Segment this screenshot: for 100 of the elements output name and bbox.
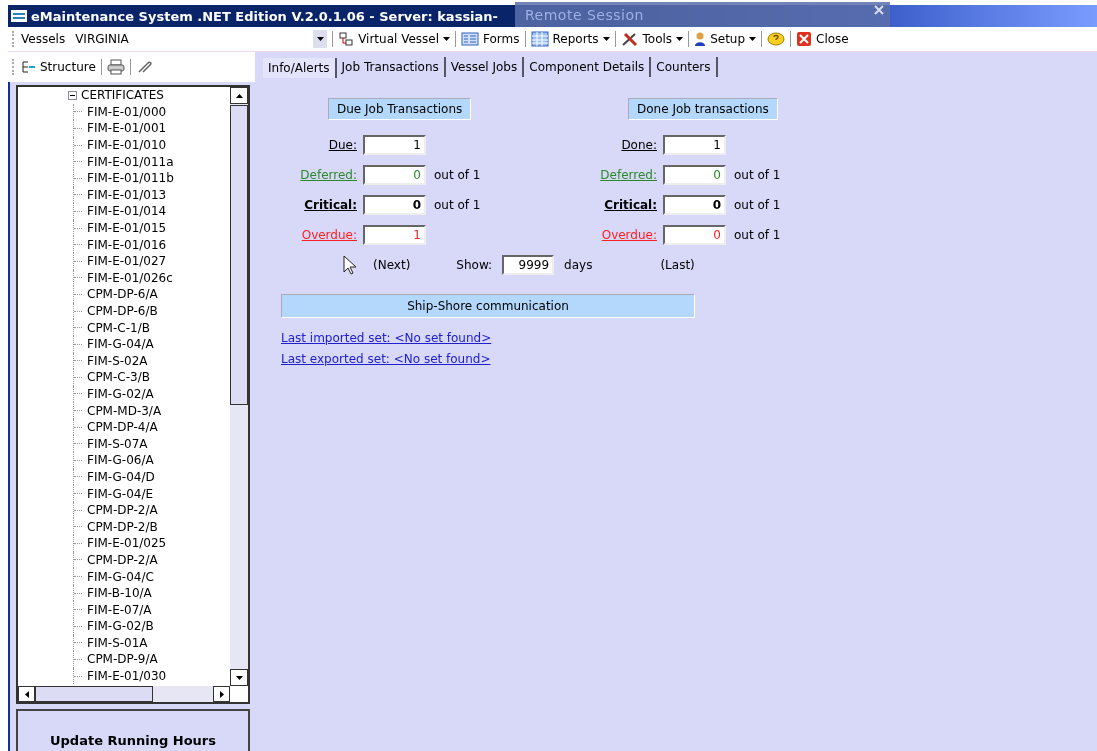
filter-link[interactable]: Due: [281,138,357,152]
vessels-label: Vessels [21,32,66,46]
out-of-text: out of 1 [734,228,781,242]
tree-item[interactable]: CPM-DP-4/A [87,420,158,435]
out-of-text: out of 1 [734,168,781,182]
tree-item[interactable]: FIM-E-01/030 [87,669,167,684]
out-of-text: out of 1 [434,198,481,212]
help-icon [767,31,786,47]
tree-item[interactable]: FIM-E-01/010 [87,138,167,153]
tree-item[interactable]: FIM-E-01/013 [87,187,167,202]
toolbar-button[interactable]: Tools [620,31,684,47]
tree-item[interactable]: CPM-DP-2/A [87,503,158,518]
tree-item[interactable]: CERTIFICATES [81,88,164,103]
tree-item[interactable]: FIM-G-06/A [87,453,154,468]
tree-item[interactable]: FIM-S-02A [87,353,148,368]
show-label: Show: [456,258,493,272]
filter-link[interactable]: Done: [581,138,657,152]
update-running-hours-button[interactable]: Update Running Hours [16,709,250,751]
set-link[interactable]: Last exported set: <No set found> [281,352,491,366]
count-field[interactable]: 1 [363,225,426,245]
tree-item[interactable]: FIM-E-01/027 [87,254,167,269]
tree-item[interactable]: FIM-E-01/011b [87,171,174,186]
tree-item[interactable]: FIM-E-01/015 [87,221,167,236]
tree-item[interactable]: FIM-E-01/014 [87,204,167,219]
tree-item[interactable]: FIM-E-01/026c [87,270,173,285]
help-button[interactable] [767,31,786,47]
days-label: days [564,258,593,272]
up-arrow-icon [235,93,243,98]
caret-icon [443,37,451,41]
tree-item[interactable]: FIM-E-01/025 [87,536,167,551]
toolbar-button[interactable]: Virtual Vessel [338,31,451,47]
network-icon [338,31,355,47]
last-label: (Last) [660,258,695,272]
table-icon [530,31,549,47]
form-icon [461,32,480,46]
out-of-text: out of 1 [734,198,781,212]
tree-item[interactable]: CPM-MD-3/A [87,403,162,418]
close-icon[interactable] [874,5,884,15]
cursor-icon [343,255,359,275]
window-title: eMaintenance System .NET Edition V.2.0.1.06 - Server: kassian- [31,8,498,24]
right-arrow-icon [219,690,224,698]
set-link[interactable]: Last imported set: <No set found> [281,331,492,345]
tab[interactable]: Job Transactions [336,57,446,77]
tree-item[interactable]: FIM-G-04/E [87,486,154,501]
collapse-icon[interactable] [68,90,77,100]
tree-item[interactable]: FIM-G-02/A [87,387,154,401]
tree-item[interactable]: FIM-E-01/011a [87,154,174,169]
banner-title: Remote Session [525,6,644,23]
count-field[interactable]: 0 [363,165,426,185]
tree-item[interactable]: FIM-G-04/C [87,569,154,584]
tab[interactable]: Vessel Jobs [445,57,525,77]
tree-item[interactable]: FIM-G-04/A [87,337,154,352]
section-header: Done Job transactions [628,98,778,120]
tree-item[interactable]: FIM-E-01/000 [87,104,167,119]
caret-icon [749,37,757,41]
close-icon [796,31,813,47]
count-field[interactable]: 1 [363,135,426,155]
tree-item[interactable]: CPM-DP-6/B [87,304,158,318]
printer-icon[interactable] [106,59,125,75]
tree-item[interactable]: CPM-DP-2/B [87,519,158,534]
tab[interactable]: Component Details [524,57,652,77]
tree-item[interactable]: FIM-B-10/A [87,586,152,601]
tree-item[interactable]: FIM-S-01A [87,635,148,650]
tree-item[interactable]: CPM-C-1/B [87,320,150,335]
horizontal-scrollbar[interactable] [18,686,230,702]
tree-item[interactable]: FIM-E-01/001 [87,121,167,136]
tree-icon [21,60,37,74]
toolbar-button[interactable]: Forms [461,32,520,46]
tree-item[interactable]: CPM-C-3/B [87,370,150,385]
section-header: Due Job Transactions [328,98,472,120]
filter-link[interactable]: Critical: [281,198,357,212]
caret-icon [676,37,684,41]
structure-button[interactable]: Structure [21,60,96,74]
count-field[interactable]: 0 [663,225,726,245]
count-field[interactable]: 0 [363,195,426,215]
toolbar-button[interactable]: Close [796,31,849,47]
out-of-text: out of 1 [434,168,481,182]
tree-item[interactable]: CPM-DP-9/A [87,652,158,667]
count-field[interactable]: 0 [663,195,726,215]
days-field[interactable]: 9999 [502,255,555,275]
app-icon [11,10,27,22]
tree-item[interactable]: FIM-E-07/A [87,602,152,617]
tab[interactable]: Counters [651,57,718,77]
count-field[interactable]: 1 [663,135,726,155]
tree-item[interactable]: FIM-G-02/B [87,619,154,634]
toolbar-button[interactable]: Setup [694,31,757,47]
tree-item[interactable]: CPM-DP-6/A [87,287,158,302]
vertical-scrollbar[interactable] [230,87,248,686]
tree-item[interactable]: FIM-S-07A [87,436,148,451]
tree-item[interactable]: FIM-G-04/D [87,469,155,484]
tree-item[interactable]: CPM-DP-2/A [87,552,158,567]
caret-icon [316,37,324,41]
tab[interactable]: Info/Alerts [263,58,337,78]
tools-icon [620,31,639,47]
user-icon [694,31,707,47]
tree-item[interactable]: FIM-E-01/016 [87,237,167,252]
toolbar-button[interactable]: Reports [530,31,610,47]
filter-link[interactable]: Critical: [581,198,657,212]
count-field[interactable]: 0 [663,165,726,185]
vessel-dropdown[interactable]: VIRGINIA [75,29,328,49]
